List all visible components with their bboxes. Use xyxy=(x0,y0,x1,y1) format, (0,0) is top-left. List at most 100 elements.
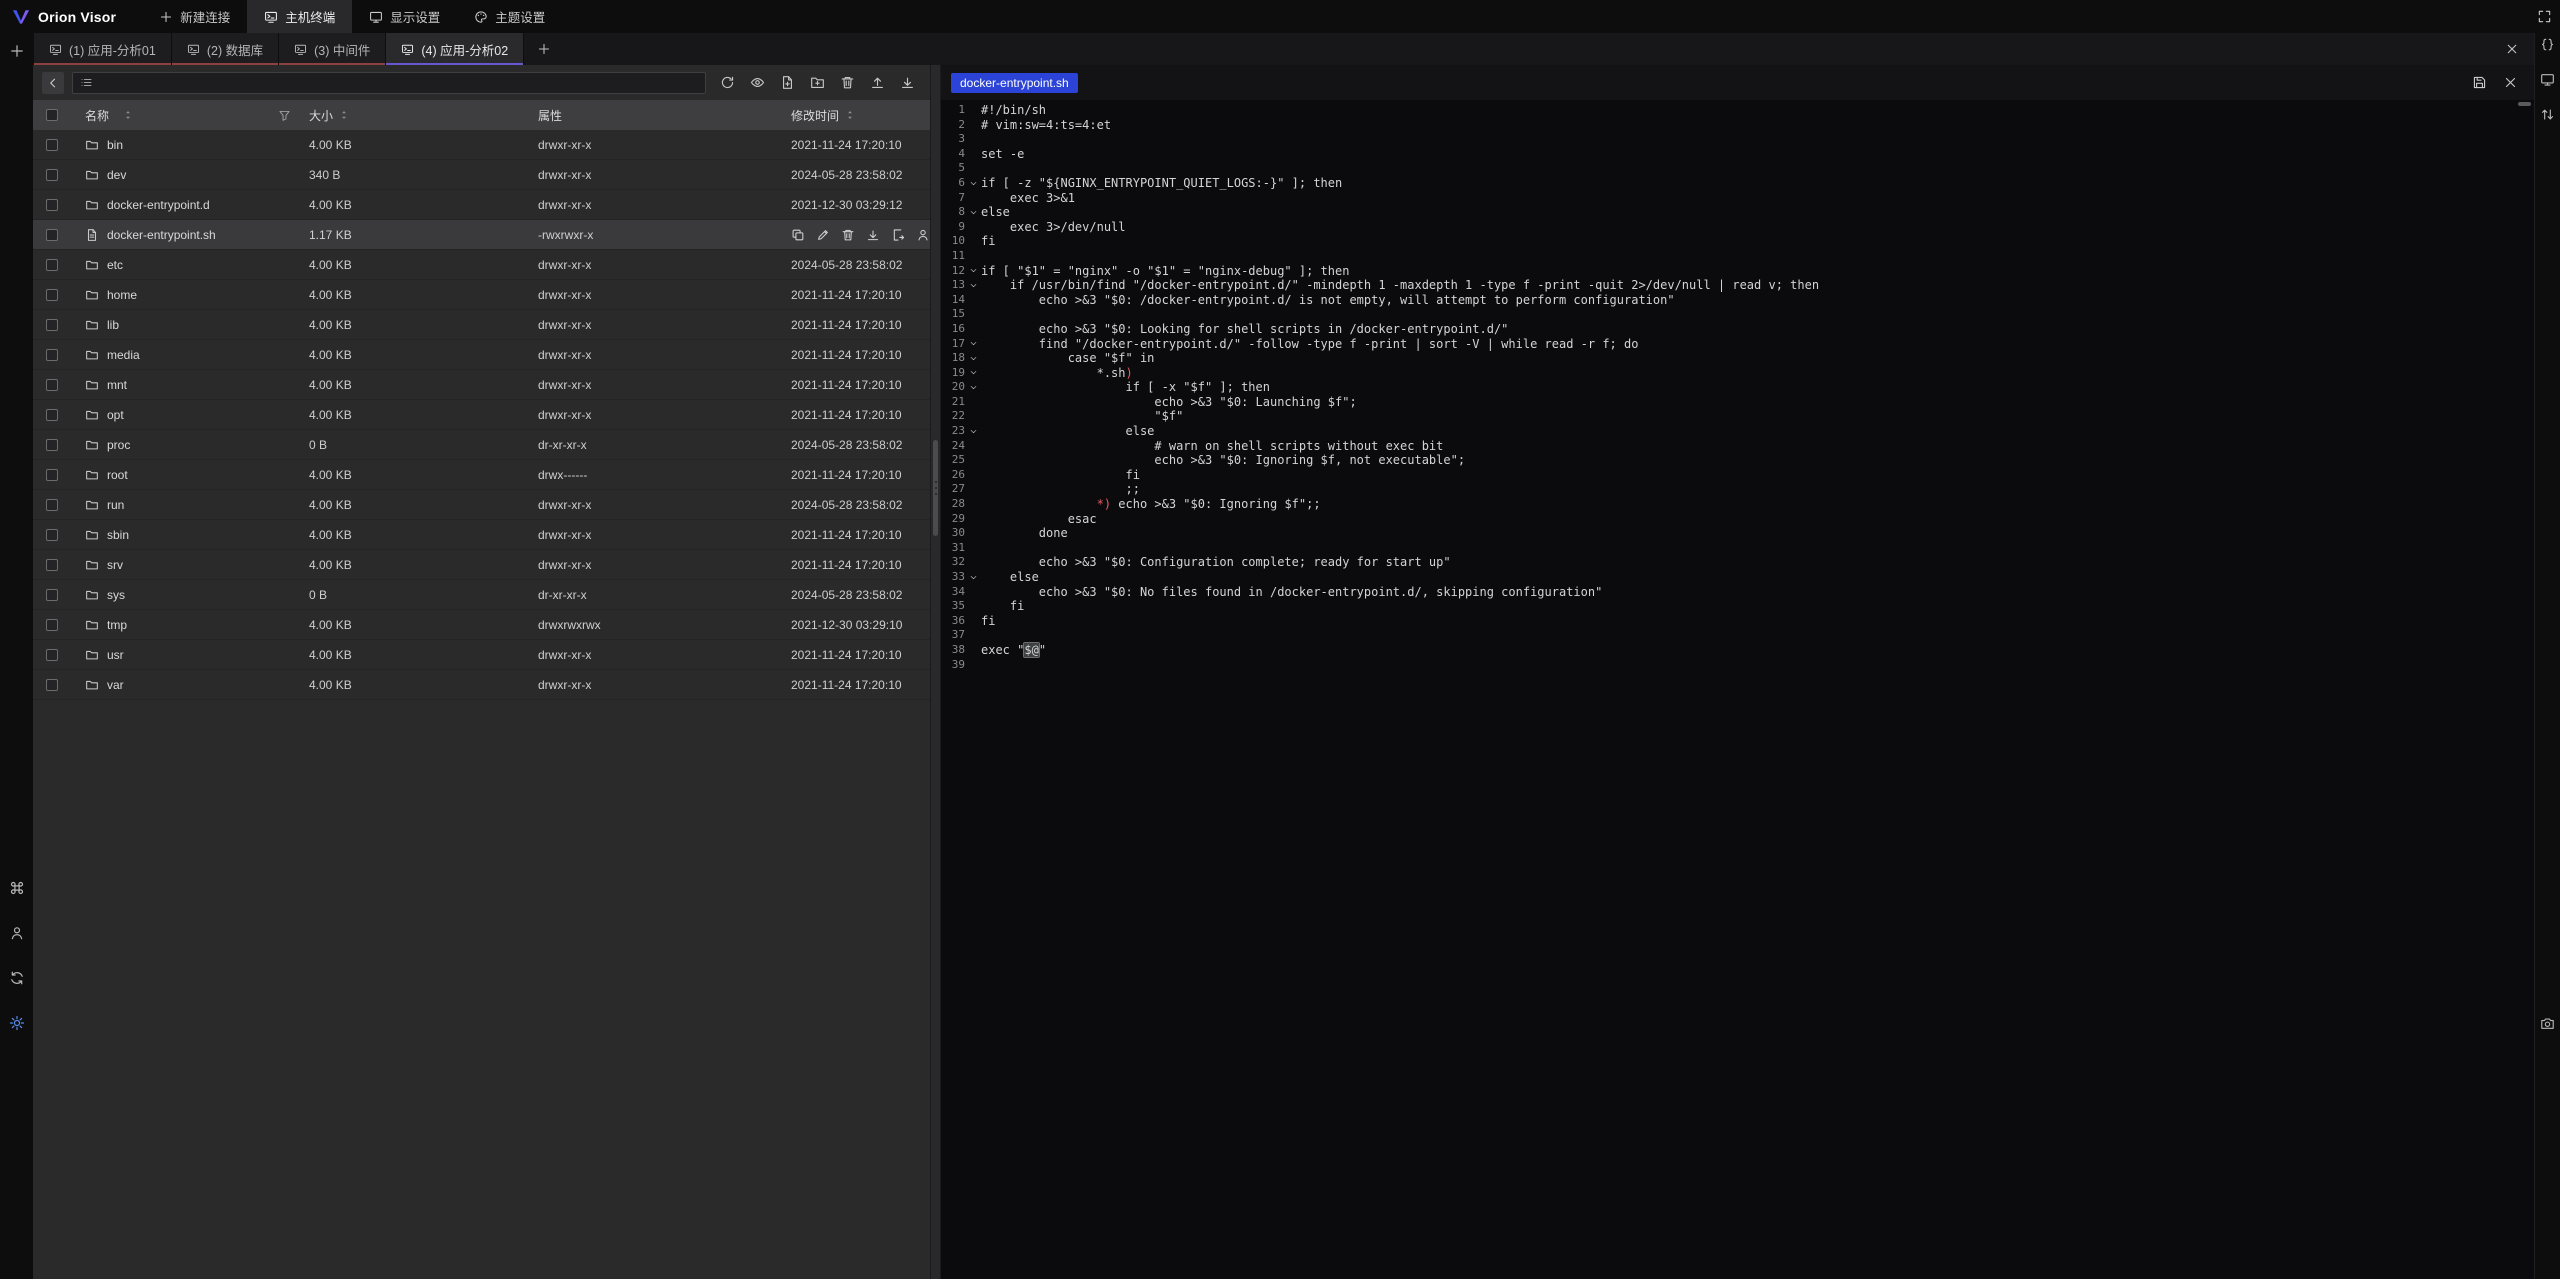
sync-icon[interactable] xyxy=(9,970,25,986)
fold-chevron-icon[interactable] xyxy=(965,264,981,279)
swap-icon[interactable] xyxy=(2540,107,2555,122)
trash-icon[interactable] xyxy=(840,75,855,90)
list-icon[interactable] xyxy=(80,76,93,89)
fold-chevron-icon[interactable] xyxy=(965,205,981,220)
row-checkbox[interactable] xyxy=(46,589,58,601)
braces-icon[interactable] xyxy=(2540,37,2555,52)
download-icon[interactable] xyxy=(866,228,880,242)
row-checkbox[interactable] xyxy=(46,349,58,361)
row-checkbox[interactable] xyxy=(46,679,58,691)
row-checkbox[interactable] xyxy=(46,199,58,211)
terminal-tab-2[interactable]: (2) 数据库 xyxy=(172,33,279,65)
file-row[interactable]: var4.00 KBdrwxr-xr-x2021-11-24 17:20:10 xyxy=(33,670,930,700)
menu-host-terminal[interactable]: 主机终端 xyxy=(247,0,352,33)
new-folder-icon[interactable] xyxy=(810,75,825,90)
path-input[interactable] xyxy=(99,76,698,90)
camera-icon[interactable] xyxy=(2540,1016,2555,1031)
file-row[interactable]: media4.00 KBdrwxr-xr-x2021-11-24 17:20:1… xyxy=(33,340,930,370)
fullscreen-icon[interactable] xyxy=(2537,9,2552,24)
file-row[interactable]: lib4.00 KBdrwxr-xr-x2021-11-24 17:20:10 xyxy=(33,310,930,340)
fold-chevron-icon[interactable] xyxy=(965,176,981,191)
row-checkbox[interactable] xyxy=(46,439,58,451)
code-editor[interactable]: 1#!/bin/sh2# vim:sw=4:ts=4:et34set -e56i… xyxy=(941,100,2534,1279)
download-icon[interactable] xyxy=(900,75,915,90)
file-row[interactable]: usr4.00 KBdrwxr-xr-x2021-11-24 17:20:10 xyxy=(33,640,930,670)
sort-caret-icon[interactable] xyxy=(338,109,350,121)
row-checkbox[interactable] xyxy=(46,499,58,511)
refresh-icon[interactable] xyxy=(720,75,735,90)
add-tab-button[interactable] xyxy=(524,33,564,65)
user-icon[interactable] xyxy=(9,925,25,941)
fold-chevron-icon[interactable] xyxy=(965,380,981,395)
file-row[interactable]: run4.00 KBdrwxr-xr-x2024-05-28 23:58:02 xyxy=(33,490,930,520)
plus-icon[interactable] xyxy=(9,43,25,59)
trash-icon[interactable] xyxy=(841,228,855,242)
menu-theme-settings[interactable]: 主题设置 xyxy=(457,0,562,33)
panel-divider[interactable] xyxy=(930,65,941,1279)
file-row[interactable]: sys0 Bdr-xr-xr-x2024-05-28 23:58:02 xyxy=(33,580,930,610)
fold-chevron-icon[interactable] xyxy=(965,337,981,352)
edit-icon[interactable] xyxy=(816,228,830,242)
select-all-checkbox[interactable] xyxy=(46,109,58,121)
row-checkbox[interactable] xyxy=(46,409,58,421)
file-row[interactable]: etc4.00 KBdrwxr-xr-x2024-05-28 23:58:02 xyxy=(33,250,930,280)
row-checkbox[interactable] xyxy=(46,139,58,151)
file-row[interactable]: proc0 Bdr-xr-xr-x2024-05-28 23:58:02 xyxy=(33,430,930,460)
close-icon[interactable] xyxy=(2503,75,2518,90)
file-row[interactable]: dev340 Bdrwxr-xr-x2024-05-28 23:58:02 xyxy=(33,160,930,190)
new-file-icon[interactable] xyxy=(780,75,795,90)
file-row[interactable]: home4.00 KBdrwxr-xr-x2021-11-24 17:20:10 xyxy=(33,280,930,310)
row-checkbox[interactable] xyxy=(46,619,58,631)
fold-chevron-icon[interactable] xyxy=(965,366,981,381)
terminal-tab-1[interactable]: (1) 应用-分析01 xyxy=(33,33,172,65)
file-row[interactable]: opt4.00 KBdrwxr-xr-x2021-11-24 17:20:10 xyxy=(33,400,930,430)
close-all-button[interactable] xyxy=(2490,33,2534,65)
row-checkbox[interactable] xyxy=(46,649,58,661)
row-checkbox[interactable] xyxy=(46,289,58,301)
row-checkbox[interactable] xyxy=(46,559,58,571)
move-icon[interactable] xyxy=(891,228,905,242)
file-row[interactable]: docker-entrypoint.d4.00 KBdrwxr-xr-x2021… xyxy=(33,190,930,220)
row-checkbox[interactable] xyxy=(46,169,58,181)
app-body: (1) 应用-分析01(2) 数据库(3) 中间件(4) 应用-分析02 xyxy=(0,33,2560,1279)
row-checkbox[interactable] xyxy=(46,229,58,241)
fold-chevron-icon[interactable] xyxy=(965,351,981,366)
permission-icon[interactable] xyxy=(916,228,930,242)
menu-new-connection[interactable]: 新建连接 xyxy=(142,0,247,33)
filter-icon[interactable] xyxy=(278,109,291,122)
copy-icon[interactable] xyxy=(791,228,805,242)
file-row[interactable]: sbin4.00 KBdrwxr-xr-x2021-11-24 17:20:10 xyxy=(33,520,930,550)
divider-grip[interactable] xyxy=(933,440,938,536)
file-row[interactable]: tmp4.00 KBdrwxrwxrwx2021-12-30 03:29:10 xyxy=(33,610,930,640)
file-row[interactable]: root4.00 KBdrwx------2021-11-24 17:20:10 xyxy=(33,460,930,490)
row-checkbox[interactable] xyxy=(46,379,58,391)
open-file-tab[interactable]: docker-entrypoint.sh xyxy=(951,73,1078,93)
file-name: tmp xyxy=(107,618,127,632)
app-logo[interactable]: Orion Visor xyxy=(0,0,142,33)
row-checkbox[interactable] xyxy=(46,529,58,541)
file-row[interactable]: bin4.00 KBdrwxr-xr-x2021-11-24 17:20:10 xyxy=(33,130,930,160)
row-checkbox[interactable] xyxy=(46,259,58,271)
scrollbar-thumb[interactable] xyxy=(2518,102,2531,106)
upload-icon[interactable] xyxy=(870,75,885,90)
command-icon[interactable] xyxy=(9,880,25,896)
gear-icon[interactable] xyxy=(9,1015,25,1031)
terminal-tab-3[interactable]: (3) 中间件 xyxy=(279,33,386,65)
menu-display-settings[interactable]: 显示设置 xyxy=(352,0,457,33)
fold-chevron-icon[interactable] xyxy=(965,278,981,293)
row-checkbox[interactable] xyxy=(46,469,58,481)
terminal-tab-4[interactable]: (4) 应用-分析02 xyxy=(386,33,524,65)
save-icon[interactable] xyxy=(2472,75,2487,90)
fold-chevron-icon[interactable] xyxy=(965,424,981,439)
row-checkbox[interactable] xyxy=(46,319,58,331)
back-button[interactable] xyxy=(42,72,64,94)
eye-icon[interactable] xyxy=(750,75,765,90)
file-row[interactable]: docker-entrypoint.sh1.17 KB-rwxrwxr-x xyxy=(33,220,930,250)
sort-caret-icon[interactable] xyxy=(844,109,856,121)
screen-icon[interactable] xyxy=(2540,72,2555,87)
code-line: 14 echo >&3 "$0: /docker-entrypoint.d/ i… xyxy=(941,293,2534,308)
sort-caret-icon[interactable] xyxy=(122,109,134,121)
file-row[interactable]: srv4.00 KBdrwxr-xr-x2021-11-24 17:20:10 xyxy=(33,550,930,580)
fold-chevron-icon[interactable] xyxy=(965,570,981,585)
file-row[interactable]: mnt4.00 KBdrwxr-xr-x2021-11-24 17:20:10 xyxy=(33,370,930,400)
